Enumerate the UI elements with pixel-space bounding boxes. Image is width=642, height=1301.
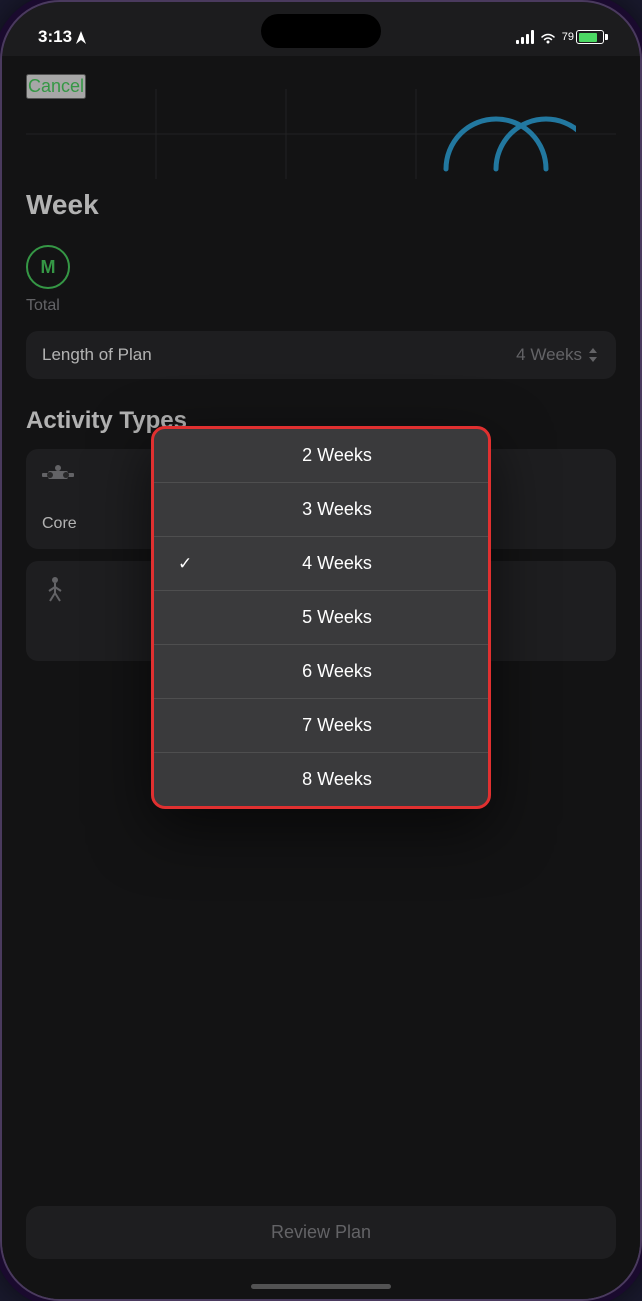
dropdown-item-3weeks[interactable]: 3 Weeks (154, 483, 488, 537)
dropdown-check-7weeks (178, 716, 198, 736)
main-content: Cancel (2, 56, 640, 1299)
dropdown-item-2weeks[interactable]: 2 Weeks (154, 429, 488, 483)
battery-box (576, 30, 604, 44)
dropdown-menu: 2 Weeks 3 Weeks ✓ 4 Weeks (151, 426, 491, 809)
dropdown-item-5weeks[interactable]: 5 Weeks (154, 591, 488, 645)
dropdown-check-2weeks (178, 446, 198, 466)
dropdown-item-8weeks[interactable]: 8 Weeks (154, 753, 488, 806)
time-display: 3:13 (38, 27, 72, 47)
dropdown-text-3weeks: 3 Weeks (210, 499, 464, 520)
dropdown-text-7weeks: 7 Weeks (210, 715, 464, 736)
dropdown-item-7weeks[interactable]: 7 Weeks (154, 699, 488, 753)
dropdown-text-4weeks: 4 Weeks (210, 553, 464, 574)
screen: 3:13 (2, 2, 640, 1299)
dropdown-item-4weeks[interactable]: ✓ 4 Weeks (154, 537, 488, 591)
dynamic-island (261, 14, 381, 48)
status-icons: 79 (516, 30, 604, 44)
status-bar: 3:13 (2, 2, 640, 56)
dropdown-text-8weeks: 8 Weeks (210, 769, 464, 790)
dropdown-check-8weeks (178, 770, 198, 790)
location-icon (76, 31, 86, 44)
dropdown-text-5weeks: 5 Weeks (210, 607, 464, 628)
battery-fill (579, 33, 597, 42)
dropdown-overlay: 2 Weeks 3 Weeks ✓ 4 Weeks (2, 56, 640, 1299)
dropdown-text-2weeks: 2 Weeks (210, 445, 464, 466)
dropdown-item-6weeks[interactable]: 6 Weeks (154, 645, 488, 699)
status-time: 3:13 (38, 27, 86, 47)
signal-icon (516, 30, 534, 44)
phone-frame: 3:13 (0, 0, 642, 1301)
dropdown-check-3weeks (178, 500, 198, 520)
dropdown-check-4weeks: ✓ (178, 554, 198, 574)
battery-indicator: 79 (562, 30, 604, 44)
dropdown-text-6weeks: 6 Weeks (210, 661, 464, 682)
wifi-icon (540, 31, 556, 44)
battery-percentage: 79 (562, 31, 574, 43)
dropdown-check-5weeks (178, 608, 198, 628)
dropdown-check-6weeks (178, 662, 198, 682)
